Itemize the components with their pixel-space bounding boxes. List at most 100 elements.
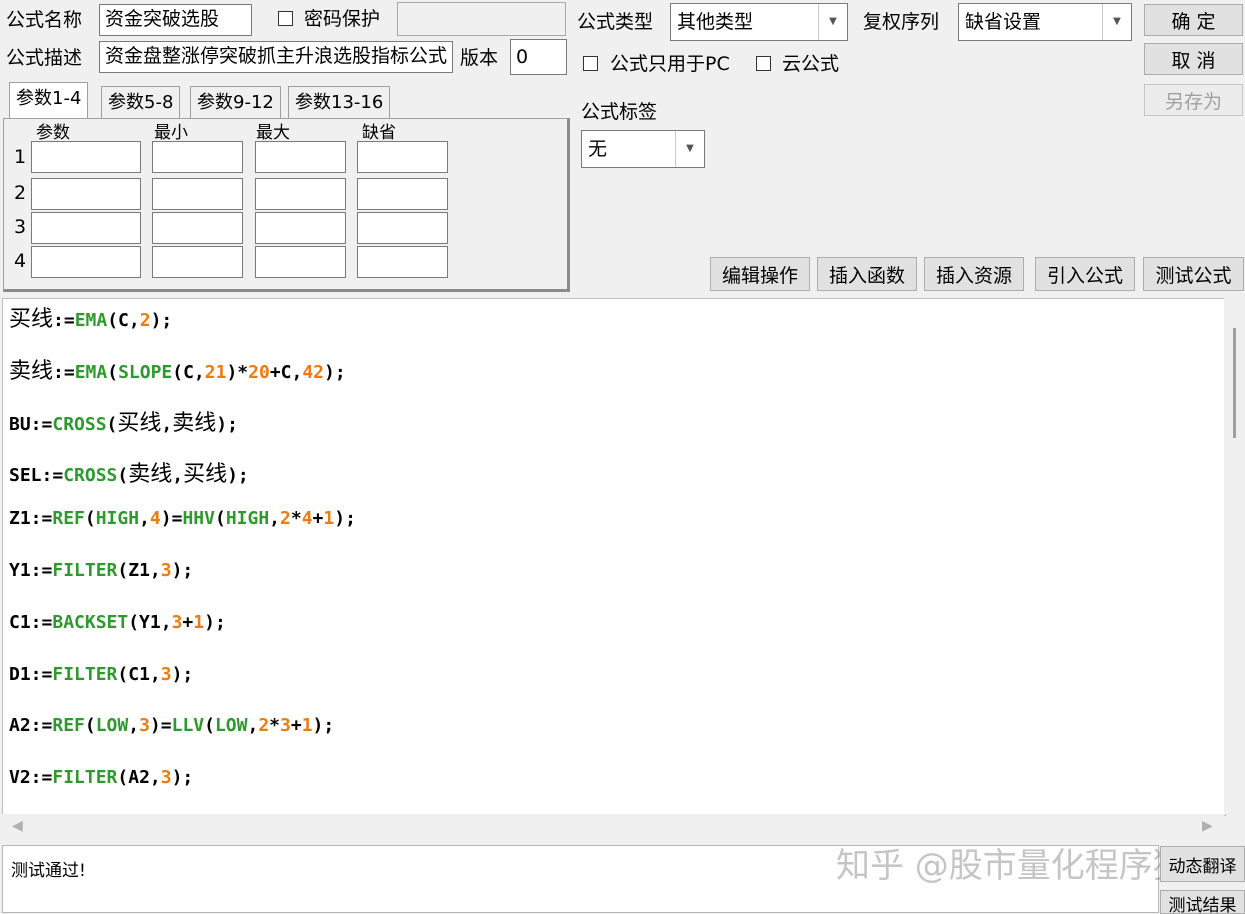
import-formula-button[interactable]: 引入公式 — [1035, 257, 1135, 291]
code-token: , — [172, 465, 184, 487]
chevron-down-icon: ▼ — [1102, 4, 1131, 40]
param-3-min-input[interactable] — [152, 212, 243, 244]
code-token: ); — [324, 361, 346, 383]
code-token: 1 — [301, 715, 313, 737]
code-token: D1:= — [9, 663, 53, 685]
code-token: (Y1, — [128, 611, 172, 633]
code-token: * — [269, 715, 281, 737]
code-token: 2 — [280, 508, 291, 530]
code-token: ( — [214, 508, 226, 530]
param-2-name-input[interactable] — [31, 178, 141, 210]
param-3-max-input[interactable] — [255, 212, 346, 244]
code-token: SLOPE — [118, 361, 173, 383]
param-4-name-input[interactable] — [31, 246, 141, 278]
version-input[interactable]: 0 — [510, 39, 567, 75]
code-token: , — [161, 413, 173, 435]
formula-type-value: 其他类型 — [677, 11, 754, 33]
code-token: := — [53, 310, 75, 331]
code-token: (A2, — [117, 767, 161, 789]
pc-only-checkbox[interactable] — [583, 56, 598, 71]
code-token: 3 — [280, 715, 291, 737]
password-checkbox[interactable] — [278, 11, 293, 26]
code-token: , — [139, 508, 150, 530]
param-2-max-input[interactable] — [255, 178, 346, 210]
code-token: 买线 — [9, 307, 54, 332]
code-token: HIGH — [225, 508, 270, 530]
scroll-left-icon[interactable]: ◀ — [12, 818, 23, 834]
tab-params-1-4[interactable]: 参数1-4 — [9, 82, 89, 118]
param-1-max-input[interactable] — [255, 141, 346, 173]
watermark: 知乎 @股市量化程序猿 — [836, 846, 1187, 886]
formula-name-input[interactable]: 资金突破选股 — [99, 4, 252, 36]
code-token: ); — [204, 611, 226, 633]
rights-select[interactable]: 缺省设置 ▼ — [958, 3, 1132, 41]
formula-desc-input[interactable]: 资金盘整涨停突破抓主升浪选股指标公式 — [99, 41, 453, 73]
code-line: A2:=REF(LOW,3)=LLV(LOW,2*3+1); — [9, 715, 334, 736]
param-4-min-input[interactable] — [152, 246, 243, 278]
param-1-name-input[interactable] — [31, 141, 141, 173]
code-token: + — [290, 715, 302, 737]
param-2-default-input[interactable] — [357, 178, 448, 210]
pc-only-label: 公式只用于PC — [610, 53, 730, 75]
code-token: HIGH — [95, 508, 140, 530]
code-token: ); — [227, 465, 249, 487]
code-token: ); — [334, 508, 356, 530]
param-3-default-input[interactable] — [357, 212, 448, 244]
param-row-number: 2 — [14, 182, 27, 204]
param-row-number: 4 — [14, 250, 27, 272]
code-token: 3 — [160, 663, 172, 685]
save-as-button[interactable]: 另存为 — [1144, 84, 1243, 116]
test-formula-button[interactable]: 测试公式 — [1143, 257, 1244, 291]
test-result-button[interactable]: 测试结果 — [1160, 890, 1245, 914]
code-token: V2:= — [9, 767, 53, 789]
scrollbar-thumb[interactable] — [1233, 328, 1236, 438]
code-token: 卖线 — [9, 358, 54, 384]
param-4-default-input[interactable] — [357, 246, 448, 278]
code-token: BACKSET — [52, 611, 129, 633]
param-4-max-input[interactable] — [255, 246, 346, 278]
formula-desc-label: 公式描述 — [6, 47, 83, 69]
scroll-right-icon[interactable]: ▶ — [1202, 818, 1213, 834]
code-token: ( — [84, 508, 96, 530]
code-token: 3 — [139, 715, 150, 737]
cloud-checkbox[interactable] — [756, 56, 771, 71]
password-input[interactable] — [397, 2, 566, 36]
code-token: ); — [171, 560, 194, 581]
rights-label: 复权序列 — [863, 11, 940, 33]
formula-type-label: 公式类型 — [577, 11, 654, 33]
code-token: (C, — [107, 310, 140, 331]
param-2-min-input[interactable] — [152, 178, 243, 210]
code-token: CROSS — [52, 413, 107, 435]
code-line: C1:=BACKSET(Y1,3+1); — [9, 612, 226, 633]
code-token: := — [53, 361, 75, 383]
param-row-number: 3 — [14, 216, 27, 238]
formula-tag-select[interactable]: 无 ▼ — [581, 130, 705, 168]
code-token: 3 — [160, 767, 172, 789]
code-token: 20 — [248, 361, 270, 383]
code-token: ( — [204, 715, 215, 737]
formula-code-editor[interactable]: 买线:=EMA(C,2); 卖线:=EMA(SLOPE(C,21)*20+C,42… — [2, 298, 1226, 816]
insert-resource-button[interactable]: 插入资源 — [924, 257, 1024, 291]
editor-vertical-scrollbar[interactable] — [1224, 298, 1245, 814]
edit-ops-button[interactable]: 编辑操作 — [710, 257, 810, 291]
code-token: A2:= — [9, 715, 53, 737]
code-token: C1:= — [9, 611, 53, 633]
password-label: 密码保护 — [304, 8, 381, 30]
tab-params-5-8[interactable]: 参数5-8 — [101, 86, 181, 118]
insert-function-button[interactable]: 插入函数 — [817, 257, 917, 291]
param-1-min-input[interactable] — [152, 141, 243, 173]
cancel-button[interactable]: 取 消 — [1144, 43, 1243, 75]
code-token: HHV — [182, 508, 215, 530]
param-3-name-input[interactable] — [31, 212, 141, 244]
param-header-name: 参数 — [36, 123, 70, 143]
param-1-default-input[interactable] — [357, 141, 448, 173]
tab-params-9-12[interactable]: 参数9-12 — [190, 86, 281, 118]
formula-name-label: 公式名称 — [6, 9, 83, 31]
ok-button[interactable]: 确 定 — [1144, 4, 1243, 36]
dynamic-translate-button[interactable]: 动态翻译 — [1160, 846, 1245, 882]
code-token: 3 — [171, 611, 183, 633]
code-token: 1 — [193, 611, 205, 633]
code-token: ( — [84, 715, 96, 737]
formula-type-select[interactable]: 其他类型 ▼ — [670, 3, 848, 41]
tab-params-13-16[interactable]: 参数13-16 — [288, 86, 391, 118]
